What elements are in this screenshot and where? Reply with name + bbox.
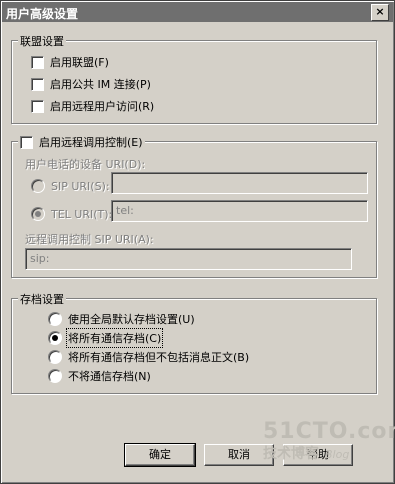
close-button[interactable]: × (371, 4, 389, 21)
archive-no-body-radio[interactable]: 将所有通信存档但不包括消息正文(B) (48, 349, 249, 365)
checkbox-box[interactable] (31, 77, 44, 91)
sip-uri-radio[interactable]: SIP URI(S): (31, 179, 110, 193)
checkbox-label: 启用远程用户访问(R) (50, 100, 155, 113)
federation-enable-checkbox[interactable]: 启用联盟(F) (31, 54, 109, 70)
sip-uri-input[interactable] (111, 172, 368, 194)
radio-circle[interactable] (48, 312, 62, 326)
checkbox-box[interactable] (31, 99, 44, 113)
remote-sip-label: 远程调用控制 SIP URI(A): (25, 233, 154, 246)
radio-circle[interactable] (48, 331, 62, 345)
title-bar: 用户高级设置 × (2, 2, 393, 22)
remote-user-access-checkbox[interactable]: 启用远程用户访问(R) (31, 98, 154, 114)
remote-call-control-group: 启用远程调用控制(E) 用户电话的设备 URI(D): SIP URI(S): … (11, 134, 377, 278)
radio-circle[interactable] (31, 179, 45, 193)
tel-uri-input[interactable]: tel: (111, 200, 368, 222)
checkbox-box[interactable] (20, 135, 33, 149)
tel-uri-radio[interactable]: TEL URI(T): (31, 207, 112, 221)
radio-label: 不将通信存档(N) (68, 370, 151, 383)
radio-label: 将所有通信存档但不包括消息正文(B) (68, 351, 250, 364)
remote-call-control-checkbox[interactable]: 启用远程调用控制(E) (18, 134, 145, 150)
window-title: 用户高级设置 (6, 7, 79, 21)
advanced-settings-dialog: 用户高级设置 × 联盟设置 启用联盟(F) 启用公共 IM 连接(P) 启用远程… (0, 0, 395, 484)
federation-legend: 联盟设置 (18, 33, 66, 49)
radio-label: SIP URI(S): (51, 179, 110, 193)
close-icon: × (375, 5, 385, 18)
checkbox-box[interactable] (31, 55, 44, 69)
federation-group: 联盟设置 启用联盟(F) 启用公共 IM 连接(P) 启用远程用户访问(R) (11, 33, 377, 124)
radio-label: 使用全局默认存档设置(U) (68, 313, 195, 326)
checkbox-label: 启用联盟(F) (50, 56, 109, 69)
ok-button[interactable]: 确定 (124, 443, 196, 467)
archiving-group: 存档设置 使用全局默认存档设置(U) 将所有通信存档(C) 将所有通信存档但不包… (11, 291, 377, 394)
radio-circle[interactable] (48, 350, 62, 364)
remote-sip-input[interactable]: sip: (25, 248, 352, 270)
public-im-checkbox[interactable]: 启用公共 IM 连接(P) (31, 76, 151, 92)
archive-all-radio[interactable]: 将所有通信存档(C) (48, 328, 164, 348)
watermark: 51CTO.com 技术博客Blog (263, 419, 395, 462)
device-uri-label: 用户电话的设备 URI(D): (25, 158, 146, 171)
radio-label: TEL URI(T): (51, 207, 113, 221)
radio-label: 将所有通信存档(C) (65, 328, 164, 348)
archive-none-radio[interactable]: 不将通信存档(N) (48, 368, 151, 384)
archive-global-default-radio[interactable]: 使用全局默认存档设置(U) (48, 311, 195, 327)
radio-circle[interactable] (48, 369, 62, 383)
checkbox-label: 启用远程调用控制(E) (39, 136, 143, 149)
radio-circle[interactable] (31, 207, 45, 221)
archiving-legend: 存档设置 (18, 291, 66, 307)
checkbox-label: 启用公共 IM 连接(P) (50, 78, 151, 91)
